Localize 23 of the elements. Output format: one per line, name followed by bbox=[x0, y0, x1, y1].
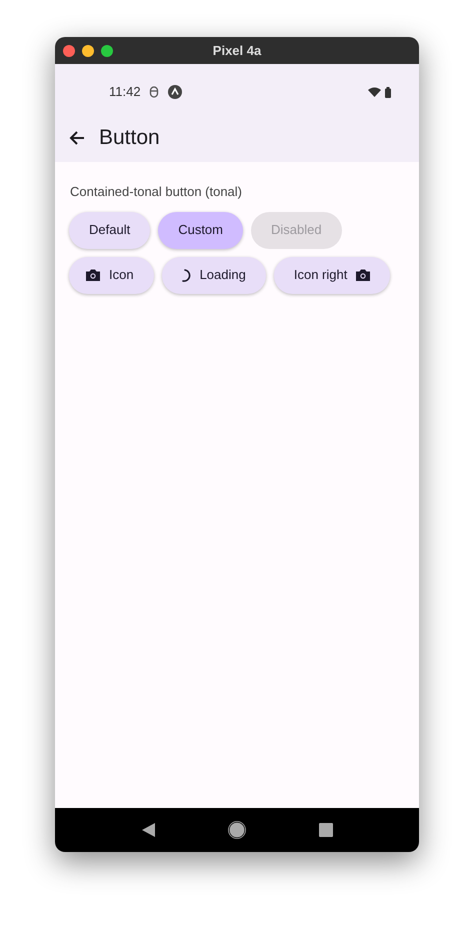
battery-icon bbox=[385, 86, 391, 98]
app-icon bbox=[168, 85, 182, 99]
back-arrow-icon[interactable] bbox=[69, 130, 85, 144]
tonal-button[interactable]: Custom bbox=[158, 212, 243, 248]
tonal-button[interactable]: Default bbox=[69, 212, 150, 248]
spinner-icon bbox=[182, 268, 191, 282]
screen-title: Button bbox=[99, 124, 160, 151]
wifi-icon bbox=[368, 87, 381, 97]
zoom-dot[interactable] bbox=[101, 44, 113, 56]
camera-icon bbox=[86, 269, 100, 281]
tonal-button[interactable]: Loading bbox=[162, 256, 266, 294]
minimize-dot[interactable] bbox=[82, 44, 94, 56]
close-dot[interactable] bbox=[63, 44, 75, 56]
overview-icon[interactable] bbox=[318, 823, 332, 837]
back-icon[interactable] bbox=[142, 823, 154, 837]
tonal-button[interactable]: Icon bbox=[69, 256, 154, 294]
home-icon[interactable] bbox=[228, 821, 246, 839]
camera-icon bbox=[356, 269, 370, 281]
section-title: Contained-tonal button (tonal) bbox=[70, 184, 242, 199]
debug-icon bbox=[148, 86, 159, 98]
tonal-button[interactable]: Icon right bbox=[274, 256, 390, 294]
window-title: Pixel 4a bbox=[212, 42, 262, 58]
status-time: 11:42 bbox=[109, 83, 141, 102]
